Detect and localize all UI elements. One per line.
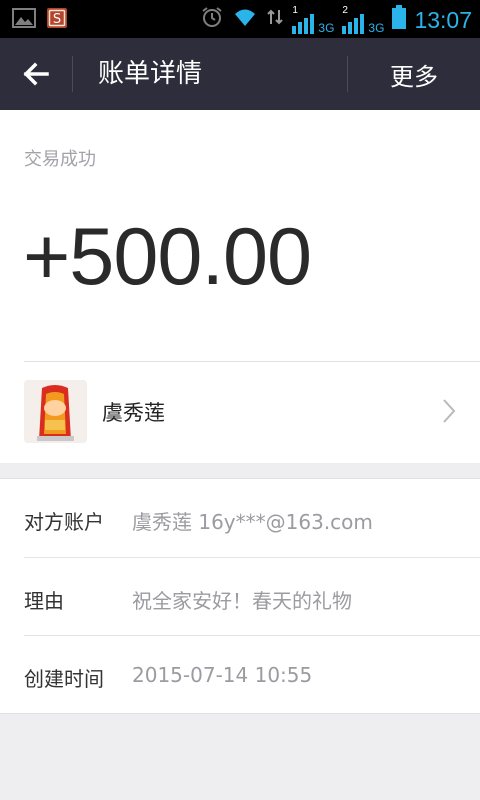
page-title: 账单详情 (98, 59, 203, 89)
signal-sim1: 1 3G (292, 4, 335, 35)
detail-label: 理由 (24, 589, 64, 613)
transaction-summary: 交易成功 +500.00 虞秀莲 (0, 110, 480, 463)
more-button[interactable]: 更多 (348, 38, 480, 110)
chevron-right-icon (443, 399, 456, 423)
detail-label: 对方账户 (24, 510, 104, 534)
transaction-amount: +500.00 (23, 212, 312, 302)
status-left-icons: S (12, 7, 68, 33)
wifi-icon (232, 6, 258, 33)
transaction-details: 对方账户 虞秀莲 16y***@163.com 理由 祝全家安好！春天的礼物 创… (0, 478, 480, 714)
battery-icon (392, 5, 407, 34)
alarm-icon (200, 5, 224, 34)
avatar (24, 380, 87, 443)
app-header: 账单详情 更多 (0, 38, 480, 110)
data-transfer-icon (266, 8, 284, 31)
image-icon (12, 7, 36, 33)
detail-value: 虞秀莲 16y***@163.com (132, 510, 373, 534)
detail-row-created-time: 创建时间 2015-07-14 10:55 (0, 636, 480, 714)
detail-row-reason: 理由 祝全家安好！春天的礼物 (0, 558, 480, 636)
arrow-left-icon (23, 62, 49, 86)
header-divider (72, 56, 73, 92)
network-type-2: 3G (368, 20, 385, 35)
counterparty-row[interactable]: 虞秀莲 (0, 362, 480, 463)
signal-icon (342, 13, 365, 34)
bill-detail-screen: S 1 3G 2 3G 13:07 账单详情 更多 交易成功 +500.00 虞… (0, 0, 480, 800)
status-right-icons: 1 3G 2 3G 13:07 (200, 5, 472, 34)
sim1-label: 1 (292, 4, 298, 16)
transaction-status: 交易成功 (24, 149, 96, 170)
status-time: 13:07 (414, 6, 472, 33)
detail-value: 祝全家安好！春天的礼物 (132, 589, 352, 613)
app-notification-icon: S (46, 7, 68, 33)
app-icon-letter: S (53, 12, 61, 27)
detail-value: 2015-07-14 10:55 (132, 663, 313, 687)
signal-icon (292, 13, 315, 34)
sim2-label: 2 (342, 4, 348, 16)
counterparty-name: 虞秀莲 (102, 401, 165, 425)
signal-sim2: 2 3G (342, 4, 385, 35)
status-bar: S 1 3G 2 3G 13:07 (0, 0, 480, 38)
network-type-1: 3G (318, 20, 335, 35)
back-button[interactable] (0, 38, 72, 110)
detail-label: 创建时间 (24, 667, 104, 691)
avatar-image (24, 380, 87, 443)
detail-row-account: 对方账户 虞秀莲 16y***@163.com (0, 479, 480, 557)
